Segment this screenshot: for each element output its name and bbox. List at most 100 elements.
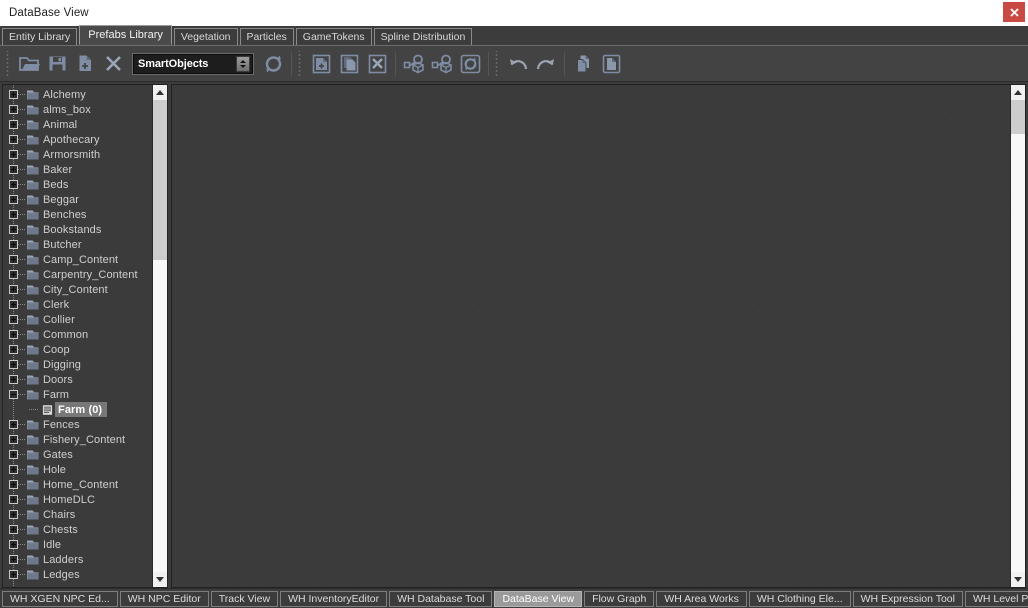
expand-icon[interactable] [9, 480, 18, 489]
tree-folder[interactable]: Benches [3, 207, 152, 222]
reload-icon[interactable] [259, 50, 287, 78]
expand-icon[interactable] [9, 540, 18, 549]
preview-scroll-track[interactable] [1010, 100, 1025, 572]
clone-item-icon[interactable] [335, 50, 363, 78]
tree-folder[interactable]: Common [3, 327, 152, 342]
preview-vertical-scrollbar[interactable] [1010, 85, 1025, 587]
remove-item-icon[interactable] [363, 50, 391, 78]
tab-vegetation[interactable]: Vegetation [173, 28, 238, 45]
paste-icon[interactable] [597, 50, 625, 78]
tree-folder[interactable]: Farm [3, 387, 152, 402]
expand-icon[interactable] [9, 255, 18, 264]
tree-scroll-down-button[interactable] [152, 572, 167, 587]
expand-icon[interactable] [9, 180, 18, 189]
tree-folder[interactable]: Ladders [3, 552, 152, 567]
tree-folder[interactable]: Fishery_Content [3, 432, 152, 447]
tree-folder[interactable]: Gates [3, 447, 152, 462]
expand-icon[interactable] [9, 495, 18, 504]
tree-folder[interactable]: Doors [3, 372, 152, 387]
toolbar-grip-2[interactable] [297, 50, 304, 77]
close-button[interactable] [1003, 2, 1025, 22]
expand-icon[interactable] [9, 300, 18, 309]
add-item-icon[interactable] [307, 50, 335, 78]
expand-icon[interactable] [9, 105, 18, 114]
select-assigned-icon[interactable] [428, 50, 456, 78]
tree-folder[interactable]: Digging [3, 357, 152, 372]
tree-folder[interactable]: Butcher [3, 237, 152, 252]
tree-folder[interactable]: Fences [3, 417, 152, 432]
expand-icon[interactable] [9, 360, 18, 369]
tab-particles[interactable]: Particles [239, 28, 294, 45]
open-library-icon[interactable] [15, 50, 43, 78]
panel-tab-wh-inventoryeditor[interactable]: WH InventoryEditor [280, 590, 388, 607]
tree-scroll-up-button[interactable] [152, 85, 167, 100]
tree-folder[interactable]: Ledges [3, 567, 152, 582]
tree-folder[interactable]: Chests [3, 522, 152, 537]
tree-folder[interactable]: Beggar [3, 192, 152, 207]
panel-tab-wh-expression-tool[interactable]: WH Expression Tool [852, 590, 963, 607]
expand-icon[interactable] [9, 210, 18, 219]
panel-tab-wh-xgen-npc-ed-[interactable]: WH XGEN NPC Ed... [2, 590, 118, 607]
expand-icon[interactable] [9, 270, 18, 279]
expand-icon[interactable] [9, 465, 18, 474]
expand-icon[interactable] [9, 240, 18, 249]
preview-scroll-thumb[interactable] [1010, 100, 1025, 134]
tree-folder[interactable]: Bookstands [3, 222, 152, 237]
panel-tab-wh-npc-editor[interactable]: WH NPC Editor [119, 590, 209, 607]
tree-folder[interactable]: Beds [3, 177, 152, 192]
tree-folder[interactable]: Collier [3, 312, 152, 327]
toolbar-grip-3[interactable] [494, 50, 501, 77]
tree-folder[interactable]: Apothecary [3, 132, 152, 147]
panel-tab-wh-level-properti-[interactable]: WH Level Properti... [964, 590, 1028, 607]
prefab-tree[interactable]: Alchemy alms_box Animal Apothecary Armorsmit… [3, 85, 152, 587]
library-select-spinner[interactable] [236, 55, 250, 72]
tree-folder[interactable]: Coop [3, 342, 152, 357]
expand-icon[interactable] [9, 90, 18, 99]
tree-scroll-thumb[interactable] [152, 100, 167, 260]
panel-tab-track-view[interactable]: Track View [210, 590, 279, 607]
tree-folder[interactable]: Hole [3, 462, 152, 477]
collapse-icon[interactable] [9, 390, 18, 399]
panel-tab-database-view[interactable]: DataBase View [494, 590, 583, 607]
expand-icon[interactable] [9, 420, 18, 429]
expand-icon[interactable] [9, 195, 18, 204]
expand-icon[interactable] [9, 375, 18, 384]
expand-icon[interactable] [9, 450, 18, 459]
tab-spline-distribution[interactable]: Spline Distribution [373, 28, 473, 45]
tab-prefabs-library[interactable]: Prefabs Library [79, 25, 172, 45]
tab-entity-library[interactable]: Entity Library [2, 28, 78, 45]
tree-vertical-scrollbar[interactable] [152, 85, 167, 587]
tree-folder[interactable]: Animal [3, 117, 152, 132]
undo-icon[interactable] [504, 50, 532, 78]
tree-folder[interactable]: Armorsmith [3, 147, 152, 162]
tree-folder[interactable]: alms_box [3, 102, 152, 117]
panel-tab-wh-area-works[interactable]: WH Area Works [656, 590, 747, 607]
toolbar-grip[interactable] [5, 50, 12, 77]
panel-tab-flow-graph[interactable]: Flow Graph [584, 590, 655, 607]
tree-folder[interactable]: Camp_Content [3, 252, 152, 267]
expand-icon[interactable] [9, 120, 18, 129]
expand-icon[interactable] [9, 315, 18, 324]
panel-tab-wh-database-tool[interactable]: WH Database Tool [389, 590, 493, 607]
expand-icon[interactable] [9, 570, 18, 579]
tree-folder[interactable]: Clerk [3, 297, 152, 312]
remove-library-icon[interactable] [99, 50, 127, 78]
expand-icon[interactable] [9, 135, 18, 144]
tree-folder[interactable]: Chairs [3, 507, 152, 522]
save-library-icon[interactable] [43, 50, 71, 78]
panel-tab-wh-clothing-ele-[interactable]: WH Clothing Ele... [748, 590, 851, 607]
redo-icon[interactable] [532, 50, 560, 78]
expand-icon[interactable] [9, 510, 18, 519]
tree-item[interactable]: Farm (0) [3, 402, 152, 417]
tree-folder[interactable]: Alchemy [3, 87, 152, 102]
tree-folder[interactable]: Carpentry_Content [3, 267, 152, 282]
expand-icon[interactable] [9, 555, 18, 564]
preview-scroll-up-button[interactable] [1010, 85, 1025, 100]
library-select[interactable]: SmartObjects [132, 52, 254, 75]
reload-item-icon[interactable] [456, 50, 484, 78]
expand-icon[interactable] [9, 150, 18, 159]
tree-folder[interactable]: City_Content [3, 282, 152, 297]
copy-icon[interactable] [569, 50, 597, 78]
prefab-preview-canvas[interactable] [172, 85, 1010, 587]
expand-icon[interactable] [9, 330, 18, 339]
